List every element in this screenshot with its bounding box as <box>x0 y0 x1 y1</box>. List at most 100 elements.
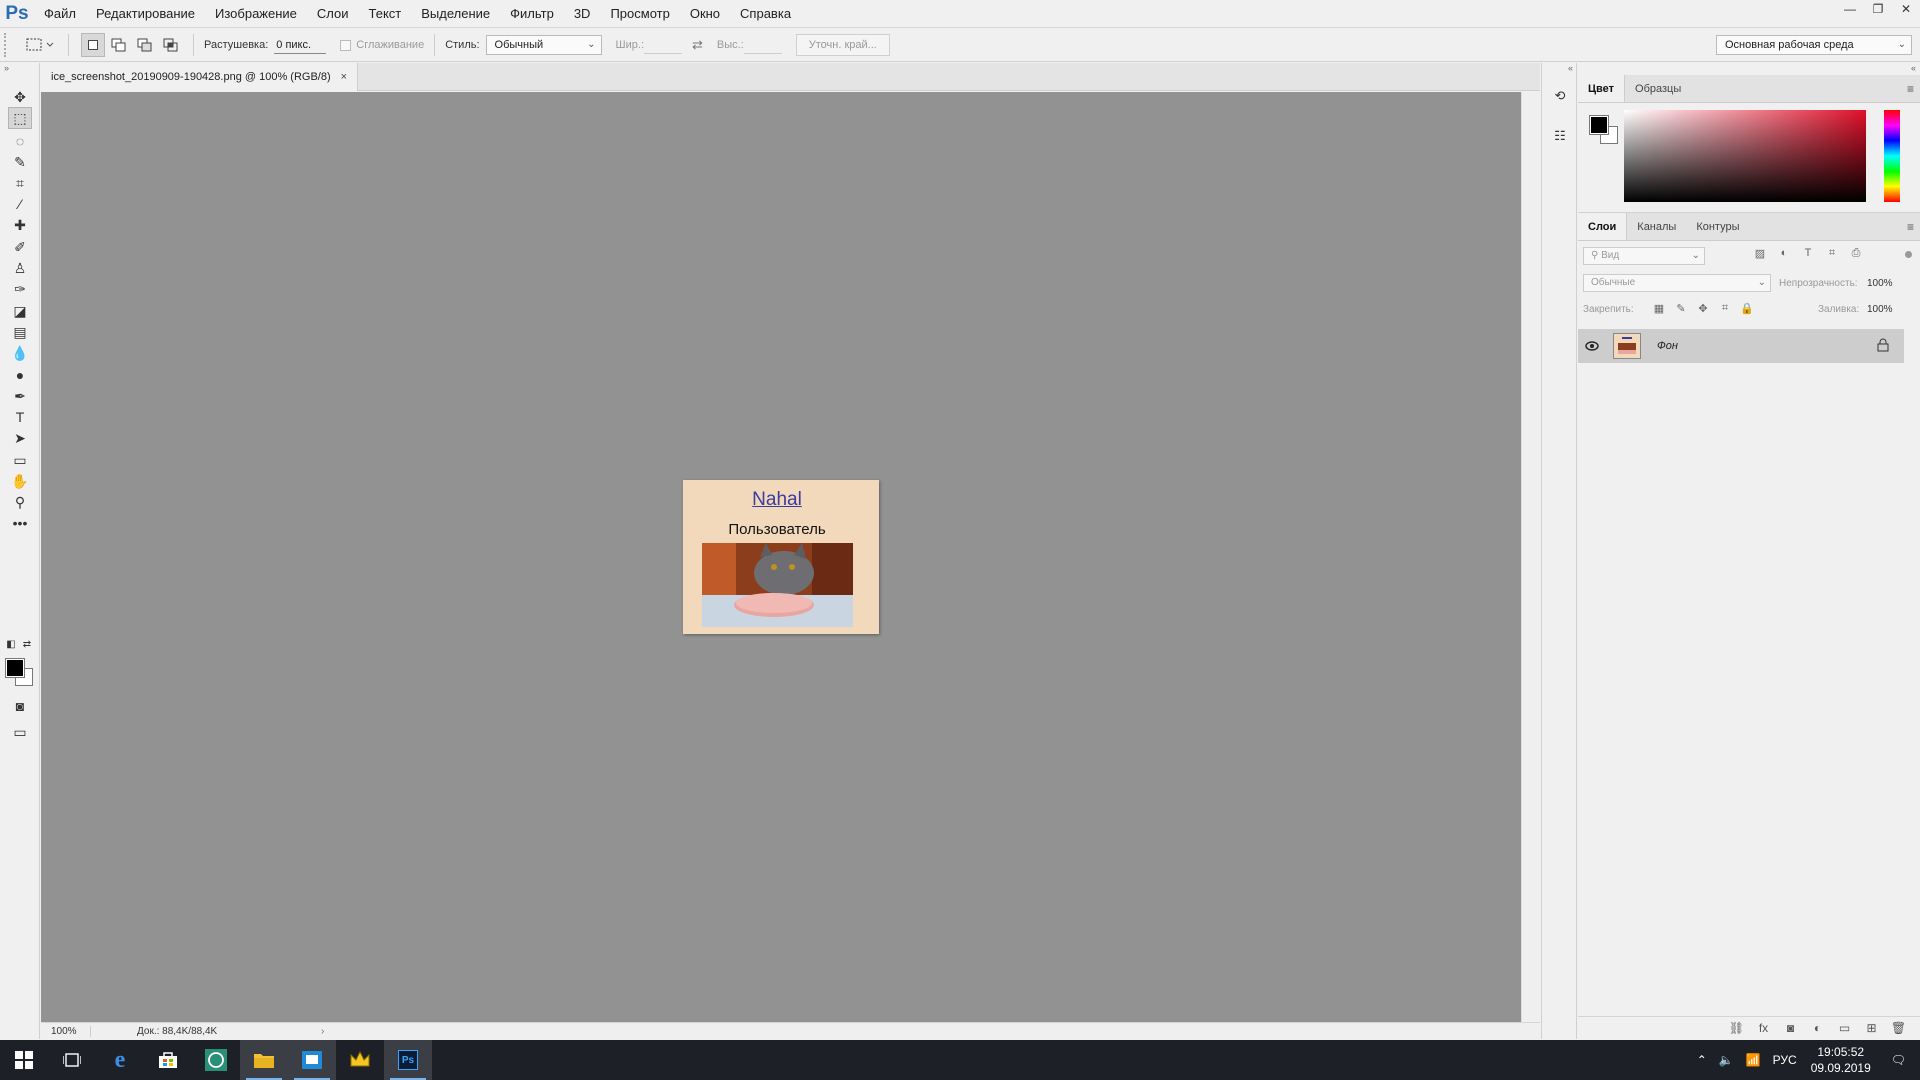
lock-transparency-icon[interactable]: ▦ <box>1648 302 1670 315</box>
adjustment-filter-icon[interactable]: ◐ <box>1772 247 1796 260</box>
antialias-checkbox[interactable] <box>340 39 352 51</box>
panel-menu-icon[interactable]: ≡ <box>1907 82 1914 96</box>
menu-window[interactable]: Окно <box>680 0 730 28</box>
shape-filter-icon[interactable]: ⌗ <box>1820 247 1844 260</box>
tab-channels[interactable]: Каналы <box>1627 213 1686 240</box>
volume-icon[interactable]: 🔈 <box>1719 1053 1734 1067</box>
clock[interactable]: 19:05:52 09.09.2019 <box>1811 1044 1871 1076</box>
network-icon[interactable]: 📶 <box>1746 1053 1761 1067</box>
new-layer-icon[interactable]: ⊞ <box>1858 1021 1885 1035</box>
add-mask-icon[interactable]: ◙ <box>1777 1021 1804 1035</box>
fill-input[interactable]: 100% <box>1867 304 1893 315</box>
history-panel-icon[interactable]: ⟲ <box>1548 85 1572 107</box>
clone-stamp-tool[interactable]: ♙ <box>8 257 32 279</box>
menu-type[interactable]: Текст <box>359 0 412 28</box>
close-window-button[interactable]: ✕ <box>1892 0 1920 18</box>
pixel-filter-icon[interactable]: ▨ <box>1748 247 1772 260</box>
blend-mode-select[interactable]: Обычные ⌄ <box>1583 274 1771 292</box>
screen-mode-icon[interactable]: ▭ <box>8 721 32 743</box>
link-layers-icon[interactable]: ⛓ <box>1723 1021 1750 1035</box>
chevron-right-icon[interactable]: › <box>321 1026 324 1037</box>
tab-layers[interactable]: Слои <box>1578 213 1628 240</box>
delete-layer-icon[interactable]: 🗑 <box>1885 1021 1912 1035</box>
rectangle-tool[interactable]: ▭ <box>8 449 32 471</box>
pen-tool[interactable]: ✒ <box>8 385 32 407</box>
layer-name[interactable]: Фон <box>1657 340 1678 352</box>
hue-slider[interactable] <box>1884 110 1900 202</box>
properties-panel-icon[interactable]: ☷ <box>1548 125 1572 147</box>
layer-style-icon[interactable]: fx <box>1750 1021 1777 1035</box>
add-selection-button[interactable] <box>107 33 131 57</box>
more-tools[interactable]: ••• <box>8 512 32 534</box>
new-group-icon[interactable]: ▭ <box>1831 1021 1858 1035</box>
crop-tool[interactable]: ⌗ <box>8 172 32 194</box>
panel-menu-icon[interactable]: ≡ <box>1907 220 1914 234</box>
lasso-tool[interactable]: ◌ <box>8 130 32 152</box>
subtract-selection-button[interactable] <box>133 33 157 57</box>
tab-color[interactable]: Цвет <box>1578 75 1626 102</box>
workspace-select[interactable]: Основная рабочая среда ⌄ <box>1716 35 1912 55</box>
history-brush-tool[interactable]: ✑ <box>8 278 32 300</box>
input-language[interactable]: РУС <box>1773 1053 1797 1067</box>
color-field[interactable] <box>1624 110 1866 202</box>
whatsapp-button[interactable] <box>192 1040 240 1080</box>
type-tool[interactable]: T <box>8 406 32 428</box>
eyedropper-tool[interactable]: ⁄ <box>8 193 32 215</box>
lock-artboard-icon[interactable]: ⌗ <box>1714 302 1736 315</box>
task-view-button[interactable] <box>48 1040 96 1080</box>
new-selection-button[interactable] <box>81 33 105 57</box>
tab-paths[interactable]: Контуры <box>1686 213 1749 240</box>
menu-3d[interactable]: 3D <box>564 0 601 28</box>
refine-edge-button[interactable]: Уточн. край... <box>795 34 890 56</box>
gradient-tool[interactable]: ▤ <box>8 321 32 343</box>
layer-row[interactable]: Фон <box>1578 329 1904 363</box>
tool-preset-picker[interactable] <box>22 34 58 56</box>
eraser-tool[interactable]: ◪ <box>8 300 32 322</box>
smart-object-filter-icon[interactable]: ⎙ <box>1844 247 1868 260</box>
menu-layers[interactable]: Слои <box>307 0 359 28</box>
dodge-tool[interactable]: ● <box>8 364 32 386</box>
remote-app-button[interactable] <box>288 1040 336 1080</box>
opacity-input[interactable]: 100% <box>1867 278 1893 289</box>
feather-input[interactable] <box>274 36 327 54</box>
expand-panels-icon[interactable]: « <box>1911 63 1916 73</box>
brush-tool[interactable]: ✐ <box>8 236 32 258</box>
adjustment-layer-icon[interactable]: ◐ <box>1804 1021 1831 1035</box>
menu-image[interactable]: Изображение <box>205 0 307 28</box>
chevron-up-icon[interactable]: ⌃ <box>1697 1053 1707 1067</box>
zoom-tool[interactable]: ⚲ <box>8 491 32 513</box>
menu-view[interactable]: Просмотр <box>600 0 679 28</box>
height-input[interactable] <box>743 36 782 54</box>
move-tool[interactable]: ✥ <box>8 86 32 108</box>
menu-edit[interactable]: Редактирование <box>86 0 205 28</box>
collapse-tools-icon[interactable]: » <box>0 63 39 73</box>
game-button[interactable] <box>336 1040 384 1080</box>
quick-mask-icon[interactable]: ◙ <box>8 695 32 717</box>
canvas-area[interactable]: Nahal Пользователь <box>41 92 1521 1022</box>
filter-toggle[interactable] <box>1905 251 1912 258</box>
tab-swatches[interactable]: Образцы <box>1625 75 1691 102</box>
swap-dimensions-icon[interactable]: ⇄ <box>692 37 703 53</box>
lock-position-icon[interactable]: ✥ <box>1692 302 1714 315</box>
marquee-tool[interactable]: ⬚ <box>8 107 32 129</box>
vertical-scrollbar[interactable] <box>1521 92 1540 1022</box>
document-image[interactable]: Nahal Пользователь <box>683 480 879 634</box>
explorer-button[interactable] <box>240 1040 288 1080</box>
foreground-color-swatch[interactable] <box>5 658 25 678</box>
restore-button[interactable]: ❐ <box>1864 0 1892 18</box>
photoshop-taskbar-button[interactable]: Ps <box>384 1040 432 1080</box>
edge-button[interactable]: e <box>96 1040 144 1080</box>
start-button[interactable] <box>0 1040 48 1080</box>
options-grip[interactable] <box>4 33 12 57</box>
menu-help[interactable]: Справка <box>730 0 801 28</box>
width-input[interactable] <box>644 36 683 54</box>
document-tab[interactable]: ice_screenshot_20190909-190428.png @ 100… <box>41 63 359 91</box>
lock-all-icon[interactable]: 🔒 <box>1736 302 1758 315</box>
healing-brush-tool[interactable]: ✚ <box>8 214 32 236</box>
collapse-panels-icon[interactable]: « <box>1568 63 1573 73</box>
hand-tool[interactable]: ✋ <box>8 470 32 492</box>
menu-select[interactable]: Выделение <box>411 0 500 28</box>
minimize-button[interactable]: — <box>1836 0 1864 18</box>
store-button[interactable] <box>144 1040 192 1080</box>
notification-icon[interactable]: 🗨 <box>1891 1053 1906 1067</box>
